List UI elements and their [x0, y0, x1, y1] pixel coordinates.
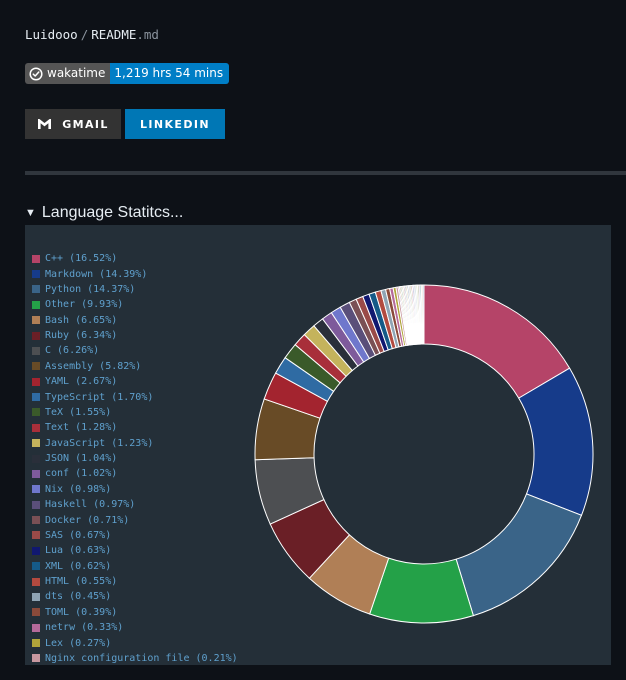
- gmail-button-label: GMAIL: [62, 117, 109, 131]
- gmail-button[interactable]: GMAIL: [25, 109, 121, 139]
- section-divider: [25, 171, 626, 175]
- file-extension: .md: [136, 27, 159, 42]
- breadcrumb-separator: /: [80, 27, 89, 42]
- language-donut-chart: [254, 284, 594, 624]
- wakatime-badge-value: 1,219 hrs 54 mins: [110, 63, 230, 84]
- wakatime-badge-label: wakatime: [25, 63, 111, 84]
- file-name: README: [91, 27, 137, 42]
- linkedin-button-label: LINKEDIN: [140, 117, 210, 131]
- breadcrumb: Luidooo / README.md: [25, 27, 159, 42]
- language-stats-title: Language Statitcs...: [41, 204, 184, 221]
- linkedin-button[interactable]: LINKEDIN: [125, 109, 225, 139]
- donut-slice-minor: [422, 284, 425, 345]
- language-stats-toggle[interactable]: ▼ Language Statitcs...: [25, 204, 183, 222]
- triangle-down-icon: ▼: [25, 207, 36, 219]
- wakatime-clock-icon: [29, 66, 43, 81]
- donut-slice-python: [455, 493, 583, 617]
- wakatime-label-text: wakatime: [47, 66, 106, 80]
- gmail-icon: [38, 119, 52, 129]
- language-chart-panel: C++ (16.52%) Markdown (14.39%) Python (14.…: [25, 225, 611, 665]
- repo-owner-link[interactable]: Luidooo: [25, 27, 78, 42]
- wakatime-badge[interactable]: wakatime 1,219 hrs 54 mins: [25, 63, 230, 84]
